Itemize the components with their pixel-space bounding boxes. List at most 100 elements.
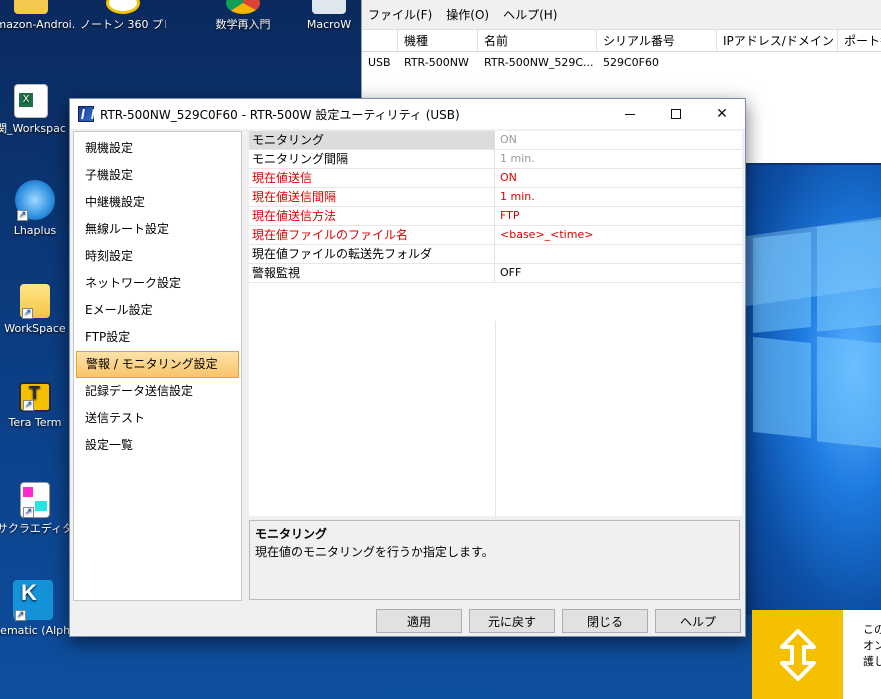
cell-name: RTR-500NW_529C... bbox=[484, 56, 594, 69]
cell-serial: 529C0F60 bbox=[603, 56, 659, 69]
column-header-ip[interactable]: IPアドレス/ドメイン bbox=[717, 30, 838, 51]
nav-item-base-unit[interactable]: 親機設定 bbox=[76, 135, 239, 162]
shortcut-arrow-icon: ↗ bbox=[17, 210, 28, 221]
nav-item-network[interactable]: ネットワーク設定 bbox=[76, 270, 239, 297]
desktop-icon-suugaku[interactable]: 数学再入門 bbox=[200, 0, 286, 32]
table-row[interactable]: USB RTR-500NW RTR-500NW_529C... 529C0F60 bbox=[362, 52, 881, 74]
nav-item-wireless-route[interactable]: 無線ルート設定 bbox=[76, 216, 239, 243]
column-header-connection[interactable] bbox=[362, 30, 398, 51]
desktop-icon-lhaplus[interactable]: ↗ Lhaplus bbox=[0, 180, 78, 238]
desktop-icon-norton[interactable]: ノートン 360 プレミア bbox=[80, 0, 166, 32]
windows-logo-wallpaper bbox=[745, 165, 881, 615]
description-title: モニタリング bbox=[255, 527, 328, 541]
minimize-icon bbox=[625, 113, 635, 115]
setting-label: 警報監視 bbox=[249, 264, 495, 282]
nav-item-email[interactable]: Eメール設定 bbox=[76, 297, 239, 324]
settings-property-grid: モニタリング ON モニタリング間隔 1 min. 現在値送信 ON 現在値送信… bbox=[249, 131, 742, 516]
setting-value[interactable]: FTP bbox=[495, 207, 742, 225]
desktop-icon-sakura-editor[interactable]: ↗ サクラエディタ bbox=[0, 482, 78, 536]
nav-item-repeater[interactable]: 中継機設定 bbox=[76, 189, 239, 216]
nav-item-data-send[interactable]: 記録データ送信設定 bbox=[76, 378, 239, 405]
chrome-icon bbox=[226, 0, 260, 14]
menu-bar: ファイル(F) 操作(O) ヘルプ(H) bbox=[362, 0, 881, 30]
cell-model: RTR-500NW bbox=[404, 56, 469, 69]
setting-label: モニタリング bbox=[249, 131, 495, 149]
menu-help[interactable]: ヘルプ(H) bbox=[503, 6, 557, 23]
help-button[interactable]: ヘルプ bbox=[655, 609, 741, 633]
column-header-model[interactable]: 機種 bbox=[398, 30, 478, 51]
apply-button[interactable]: 適用 bbox=[376, 609, 462, 633]
tera-term-icon: T ↗ bbox=[19, 382, 51, 412]
nav-item-ftp[interactable]: FTP設定 bbox=[76, 324, 239, 351]
desktop-icon-macrow[interactable]: MacroW bbox=[296, 0, 362, 32]
notification-toast[interactable]: この オン 護し bbox=[752, 610, 881, 699]
setting-label: 現在値ファイルの転送先フォルダ bbox=[249, 245, 495, 263]
desktop-icon-kntematic[interactable]: K ↗ tematic (Alph bbox=[0, 580, 76, 638]
maximize-button[interactable] bbox=[653, 99, 699, 129]
desktop-icon-tera-term[interactable]: T ↗ Tera Term bbox=[0, 382, 78, 430]
folder-icon: ↗ bbox=[20, 284, 50, 319]
setting-label: 現在値送信 bbox=[249, 169, 495, 187]
window-title: RTR-500NW_529C0F60 - RTR-500W 設定ユーティリティ … bbox=[100, 107, 460, 122]
setting-row-destination-folder[interactable]: 現在値ファイルの転送先フォルダ bbox=[249, 245, 742, 264]
notification-line: 護し bbox=[863, 655, 881, 668]
setting-row-current-value-send[interactable]: 現在値送信 ON bbox=[249, 169, 742, 188]
setting-row-send-method[interactable]: 現在値送信方法 FTP bbox=[249, 207, 742, 226]
menu-file[interactable]: ファイル(F) bbox=[368, 6, 432, 23]
shortcut-arrow-icon: ↗ bbox=[23, 507, 34, 518]
setting-value[interactable]: ON bbox=[495, 169, 742, 187]
setting-row-send-interval[interactable]: 現在値送信間隔 1 min. bbox=[249, 188, 742, 207]
desktop-icon-workspace-folder[interactable]: ↗ WorkSpace bbox=[0, 284, 78, 336]
setting-label: モニタリング間隔 bbox=[249, 150, 495, 168]
grid-divider bbox=[495, 321, 496, 516]
excel-file-icon: X bbox=[14, 84, 48, 118]
column-header-name[interactable]: 名前 bbox=[478, 30, 597, 51]
close-window-button[interactable]: ✕ bbox=[699, 99, 745, 129]
kntematic-icon: K ↗ bbox=[13, 580, 53, 621]
column-header-serial[interactable]: シリアル番号 bbox=[597, 30, 717, 51]
close-icon: ✕ bbox=[716, 106, 728, 122]
notification-text: この オン 護し bbox=[863, 622, 881, 670]
nav-item-warning-monitoring[interactable]: 警報 / モニタリング設定 bbox=[76, 351, 239, 378]
device-table: 機種 名前 シリアル番号 IPアドレス/ドメイン ポート番 USB RTR-50… bbox=[362, 30, 881, 74]
setting-value[interactable]: 1 min. bbox=[495, 150, 742, 168]
revert-button[interactable]: 元に戻す bbox=[469, 609, 555, 633]
sakura-editor-icon: ↗ bbox=[20, 482, 50, 518]
menu-operation[interactable]: 操作(O) bbox=[446, 6, 489, 23]
shortcut-arrow-icon: ↗ bbox=[23, 400, 34, 411]
notification-line: オン bbox=[863, 639, 881, 652]
column-header-port[interactable]: ポート番 bbox=[838, 30, 881, 51]
nav-item-remote-unit[interactable]: 子機設定 bbox=[76, 162, 239, 189]
notification-line: この bbox=[863, 623, 881, 636]
nav-item-send-test[interactable]: 送信テスト bbox=[76, 405, 239, 432]
desktop-icon-amazon-android[interactable]: Amazon-Androi... bbox=[0, 0, 74, 32]
description-text: 現在値のモニタリングを行うか指定します。 bbox=[255, 545, 494, 559]
setting-label: 現在値送信方法 bbox=[249, 207, 495, 225]
cell-connection: USB bbox=[368, 56, 391, 69]
title-bar[interactable]: RTR-500NW_529C0F60 - RTR-500W 設定ユーティリティ … bbox=[70, 99, 745, 129]
close-button[interactable]: 閉じる bbox=[562, 609, 648, 633]
setting-row-file-name[interactable]: 現在値ファイルのファイル名 <base>_<time> bbox=[249, 226, 742, 245]
shortcut-arrow-icon: ↗ bbox=[22, 308, 33, 319]
setting-value[interactable]: ON bbox=[495, 131, 742, 149]
shortcut-arrow-icon: ↗ bbox=[15, 610, 26, 621]
norton-360-icon bbox=[106, 0, 140, 14]
setting-value[interactable]: OFF bbox=[495, 264, 742, 282]
setting-label: 現在値ファイルのファイル名 bbox=[249, 226, 495, 244]
cell-port bbox=[838, 52, 881, 74]
setting-label: 現在値送信間隔 bbox=[249, 188, 495, 206]
setting-row-monitoring-interval[interactable]: モニタリング間隔 1 min. bbox=[249, 150, 742, 169]
setting-row-warning-monitor[interactable]: 警報監視 OFF bbox=[249, 264, 742, 283]
setting-value[interactable]: 1 min. bbox=[495, 188, 742, 206]
settings-utility-dialog[interactable]: RTR-500NW_529C0F60 - RTR-500W 設定ユーティリティ … bbox=[69, 98, 746, 637]
maximize-icon bbox=[671, 109, 681, 119]
setting-value[interactable] bbox=[495, 245, 742, 263]
nav-item-clock[interactable]: 時刻設定 bbox=[76, 243, 239, 270]
cell-ip bbox=[717, 52, 838, 74]
lhaplus-icon: ↗ bbox=[15, 180, 55, 221]
setting-value[interactable]: <base>_<time> bbox=[495, 226, 742, 244]
desktop-icon-workspace-file[interactable]: X 関_Workspac bbox=[0, 84, 74, 136]
minimize-button[interactable] bbox=[607, 99, 653, 129]
nav-item-settings-list[interactable]: 設定一覧 bbox=[76, 432, 239, 459]
setting-row-monitoring[interactable]: モニタリング ON bbox=[249, 131, 742, 150]
